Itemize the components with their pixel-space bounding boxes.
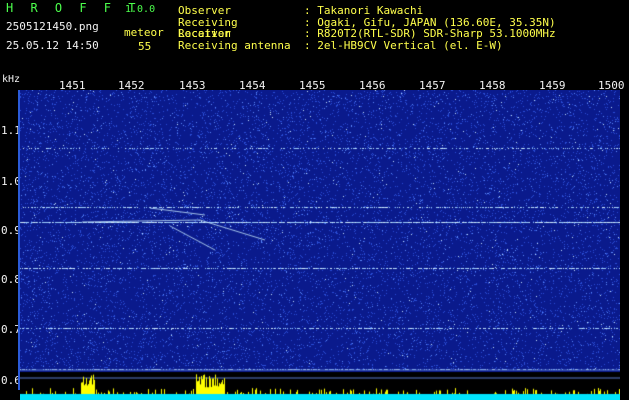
info-label: Receiving antenna [178, 38, 291, 52]
station-info: Observer : Takanori Kawachi Receiving Lo… [178, 5, 556, 51]
app-version: 1.0.0 [125, 4, 156, 15]
hrofft-window: H R O F F T 1.0.0 2505121450.png 25.05.1… [0, 0, 629, 400]
info-label: Observer [178, 4, 231, 17]
info-value: : 2el-HB9CV Vertical (el. E-W) [304, 38, 503, 52]
freq-unit-label: kHz [2, 74, 21, 85]
info-row-antenna: Receiving antenna : 2el-HB9CV Vertical (… [178, 38, 556, 52]
info-row-receiver: Receiver : R820T2(RTL-SDR) SDR-Sharp 53.… [178, 28, 556, 40]
datetime-label: 25.05.12 14:50 [6, 39, 99, 52]
spectrogram-canvas [20, 90, 620, 400]
filename-label: 2505121450.png [6, 20, 99, 33]
info-row-observer: Observer : Takanori Kawachi [178, 5, 556, 17]
mode-label: meteor [124, 26, 164, 39]
info-value: : R820T2(RTL-SDR) SDR-Sharp 53.1000MHz [304, 27, 556, 40]
app-logo: H R O F F T [6, 1, 141, 15]
info-label: Receiver [178, 27, 231, 40]
info-value: : Takanori Kawachi [304, 4, 424, 17]
meteor-count: 55 [138, 40, 152, 53]
